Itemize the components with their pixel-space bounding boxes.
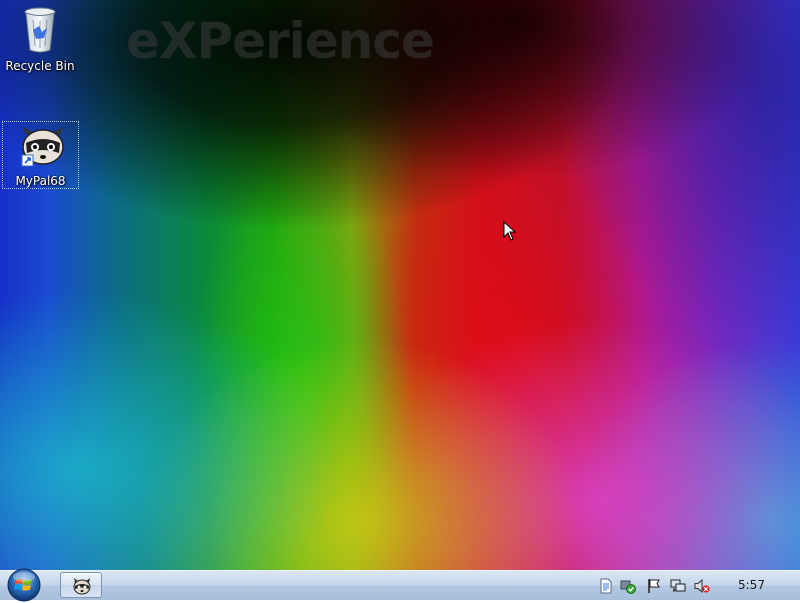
- desktop-icon-label: MyPal68: [15, 174, 66, 188]
- desktop-icon-label: Recycle Bin: [5, 59, 75, 73]
- start-button[interactable]: [5, 567, 43, 603]
- taskbar: 5:57: [0, 567, 800, 603]
- mouse-pointer-icon: [503, 221, 517, 241]
- mypal-raccoon-icon: [21, 127, 64, 167]
- recycle-bin-icon: [24, 7, 56, 53]
- taskbar-button-mypal68[interactable]: [60, 572, 102, 598]
- taskbar-clock[interactable]: 5:57: [738, 578, 765, 592]
- wallpaper-watermark: eXPerience: [126, 12, 435, 70]
- desktop-icon-mypal68[interactable]: MyPal68: [2, 121, 79, 189]
- document-icon[interactable]: [598, 578, 614, 594]
- volume-muted-icon[interactable]: [694, 578, 710, 594]
- security-check-icon[interactable]: [620, 578, 636, 594]
- mypal-raccoon-icon: [73, 578, 91, 595]
- desktop[interactable]: eXPerience Recycle Bin MyPal68: [0, 0, 800, 570]
- network-icon[interactable]: [670, 578, 686, 594]
- desktop-icon-recycle-bin[interactable]: Recycle Bin: [2, 6, 78, 73]
- flag-icon[interactable]: [646, 578, 662, 594]
